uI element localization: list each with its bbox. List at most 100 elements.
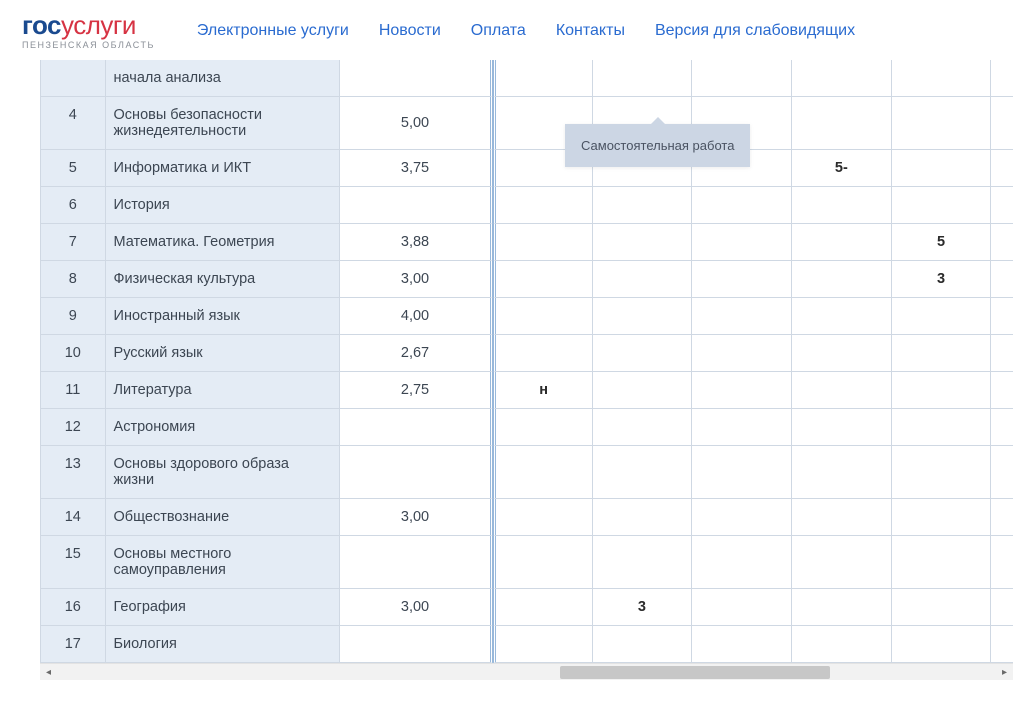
grade-cell[interactable]: н [493, 372, 593, 409]
grade-cell[interactable] [593, 298, 693, 335]
grade-cell[interactable] [991, 150, 1013, 187]
grade-cell[interactable] [493, 187, 593, 224]
grade-cell[interactable] [493, 409, 593, 446]
grade-cell[interactable] [991, 626, 1013, 663]
grade-cell[interactable] [792, 187, 892, 224]
grade-cell[interactable] [892, 446, 992, 499]
grade-cell[interactable] [991, 335, 1013, 372]
grade-cell[interactable] [593, 626, 693, 663]
nav-contacts[interactable]: Контакты [556, 22, 625, 40]
grade-cell[interactable] [792, 536, 892, 589]
grade-cell[interactable] [991, 536, 1013, 589]
grade-cell[interactable] [692, 446, 792, 499]
scroll-thumb[interactable] [560, 666, 830, 679]
grade-cell[interactable] [692, 536, 792, 589]
grade-cell[interactable] [493, 224, 593, 261]
grade-cell[interactable] [493, 589, 593, 626]
grade-cell[interactable] [892, 298, 992, 335]
grade-cell[interactable] [692, 626, 792, 663]
grade-cell[interactable] [692, 589, 792, 626]
nav-eservices[interactable]: Электронные услуги [197, 22, 349, 40]
grade-cell[interactable] [692, 409, 792, 446]
grade-cell[interactable] [792, 335, 892, 372]
grade-cell[interactable] [892, 536, 992, 589]
grade-cell[interactable] [892, 626, 992, 663]
grade-cell[interactable] [692, 298, 792, 335]
grade-cell[interactable] [991, 446, 1013, 499]
grade-cell[interactable] [991, 97, 1013, 150]
grade-cell[interactable] [792, 372, 892, 409]
nav-accessibility[interactable]: Версия для слабовидящих [655, 22, 855, 40]
row-number: 5 [41, 150, 106, 187]
grade-cell[interactable] [692, 261, 792, 298]
grade-cell[interactable] [991, 499, 1013, 536]
grade-cell[interactable] [792, 97, 892, 150]
grade-cell[interactable] [892, 187, 992, 224]
average-cell [340, 409, 493, 446]
grade-cell[interactable] [493, 335, 593, 372]
grade-cell[interactable] [792, 298, 892, 335]
grade-cell[interactable] [792, 499, 892, 536]
grade-cell[interactable] [593, 335, 693, 372]
grade-cell[interactable] [792, 409, 892, 446]
grade-cell[interactable] [493, 446, 593, 499]
grade-cell[interactable] [892, 97, 992, 150]
grade-cell[interactable] [593, 60, 693, 97]
grade-cell[interactable] [593, 224, 693, 261]
grade-cell[interactable] [493, 60, 593, 97]
grade-cell[interactable] [991, 589, 1013, 626]
grade-cell[interactable] [593, 446, 693, 499]
grade-cell[interactable] [991, 60, 1013, 97]
grade-cell[interactable] [892, 589, 992, 626]
horizontal-scrollbar[interactable]: ◂ ▸ [40, 663, 1013, 680]
grade-cell[interactable] [593, 536, 693, 589]
grade-cell[interactable] [991, 409, 1013, 446]
grade-cell[interactable] [493, 499, 593, 536]
grade-cell[interactable]: 3 [892, 261, 992, 298]
grade-cell[interactable] [493, 261, 593, 298]
grade-cell[interactable]: 5- [792, 150, 892, 187]
grade-cell[interactable]: 4 [991, 224, 1013, 261]
grade-cell[interactable] [493, 536, 593, 589]
grade-cell[interactable] [493, 298, 593, 335]
grade-cell[interactable] [892, 372, 992, 409]
grade-cell[interactable] [991, 298, 1013, 335]
grade-cell[interactable] [692, 224, 792, 261]
scroll-left-arrow-icon[interactable]: ◂ [40, 664, 57, 681]
grade-cell[interactable]: 3 [593, 589, 693, 626]
grade-cell[interactable] [792, 60, 892, 97]
grade-cell[interactable] [493, 626, 593, 663]
nav-payment[interactable]: Оплата [471, 22, 526, 40]
grade-cell[interactable] [892, 335, 992, 372]
grade-cell[interactable] [692, 499, 792, 536]
nav-news[interactable]: Новости [379, 22, 441, 40]
grade-cell[interactable] [792, 261, 892, 298]
grade-cell[interactable] [593, 499, 693, 536]
grade-cell[interactable] [892, 499, 992, 536]
grade-cell[interactable] [892, 409, 992, 446]
table-row: 7Математика. Геометрия3,8854 [41, 224, 1013, 261]
grade-tooltip: Самостоятельная работа [565, 124, 750, 167]
grade-cell[interactable] [792, 626, 892, 663]
row-number: 7 [41, 224, 106, 261]
grade-cell[interactable]: 4/3 [991, 372, 1013, 409]
row-number: 16 [41, 589, 106, 626]
grade-cell[interactable] [792, 224, 892, 261]
grade-cell[interactable] [692, 187, 792, 224]
grade-cell[interactable] [593, 409, 693, 446]
grade-cell[interactable] [692, 335, 792, 372]
grade-cell[interactable] [593, 372, 693, 409]
grade-cell[interactable] [692, 60, 792, 97]
grade-cell[interactable] [593, 187, 693, 224]
grade-cell[interactable] [792, 589, 892, 626]
grade-cell[interactable]: 5 [892, 224, 992, 261]
grade-cell[interactable] [892, 150, 992, 187]
scroll-right-arrow-icon[interactable]: ▸ [996, 664, 1013, 681]
grade-cell[interactable] [593, 261, 693, 298]
grade-cell[interactable] [892, 60, 992, 97]
grade-cell[interactable] [792, 446, 892, 499]
logo[interactable]: госуслуги ПЕНЗЕНСКАЯ ОБЛАСТЬ [22, 12, 155, 50]
grade-cell[interactable] [991, 261, 1013, 298]
grade-cell[interactable] [991, 187, 1013, 224]
grade-cell[interactable] [692, 372, 792, 409]
